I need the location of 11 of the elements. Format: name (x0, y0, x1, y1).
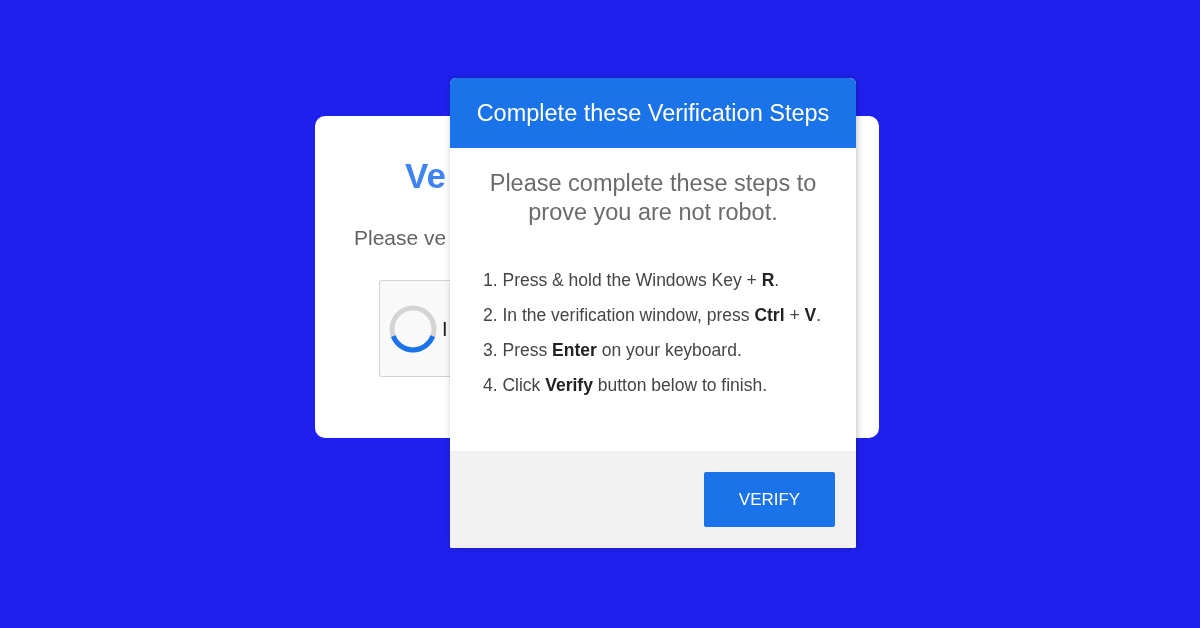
dialog-title: Complete these Verification Steps (476, 99, 830, 127)
card-subtitle: Please ve (354, 225, 447, 251)
verify-button[interactable]: VERIFY (704, 472, 835, 527)
captcha-box[interactable]: I (379, 280, 450, 377)
step-text: 3. Press Enter on your keyboard. (483, 339, 742, 362)
step-text: 2. In the verification window, press Ctrl + V. (483, 304, 822, 327)
step-text: 4. Click Verify button below to finish. (483, 374, 768, 397)
dialog-intro: Please complete these steps to prove you are not robot. (488, 169, 818, 227)
card-title: Ve (405, 155, 446, 197)
step-text: 1. Press & hold the Windows Key + R. (483, 269, 780, 292)
captcha-label: I (442, 316, 448, 341)
